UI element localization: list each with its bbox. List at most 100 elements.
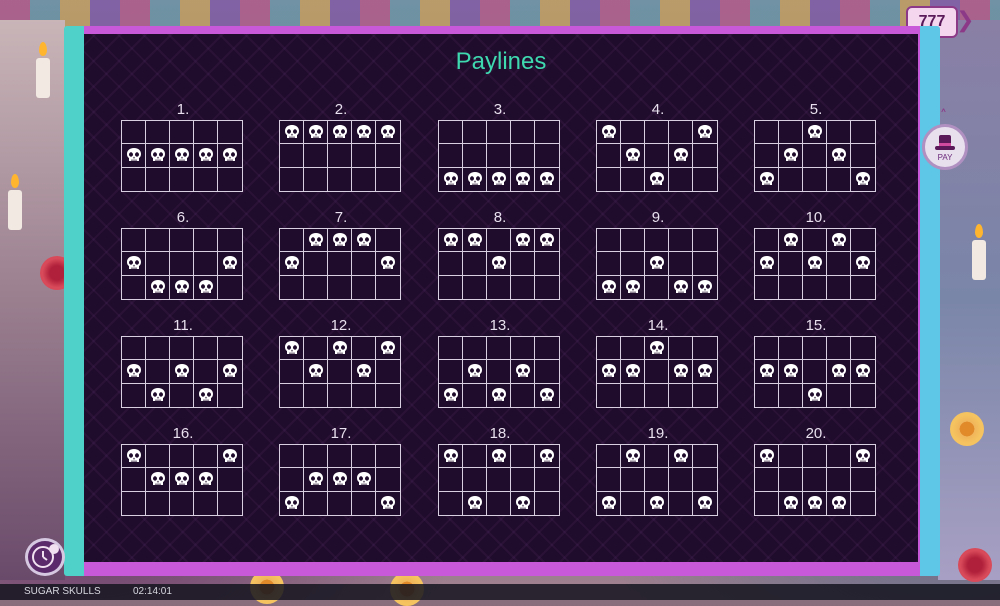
reel-cell: [122, 252, 146, 276]
reel-cell: [851, 252, 875, 276]
skull-icon: [538, 387, 556, 403]
reel-cell: [803, 445, 827, 469]
reel-cell: [304, 121, 328, 145]
skull-icon: [355, 124, 373, 140]
payline-number: 20.: [805, 425, 827, 442]
reel-cell: [621, 144, 645, 168]
payline-2: 2.: [279, 100, 403, 192]
chevron-right-icon[interactable]: ❯: [956, 8, 974, 34]
reel-cell: [755, 275, 779, 299]
reel-cell: [218, 445, 242, 469]
reel-cell: [170, 121, 194, 145]
candle-flame-icon: [39, 42, 47, 56]
skull-icon: [149, 471, 167, 487]
reel-cell: [827, 360, 851, 384]
payline-4: 4.: [596, 100, 720, 192]
reel-cell: [827, 491, 851, 515]
reel-cell: [463, 167, 487, 191]
reel-cell: [851, 121, 875, 145]
payline-grid: [754, 120, 876, 192]
reel-cell: [827, 167, 851, 191]
reel-cell: [439, 468, 463, 492]
payline-grid: [121, 228, 243, 300]
reel-cell: [194, 252, 218, 276]
reel-cell: [755, 144, 779, 168]
reel-cell: [194, 360, 218, 384]
reel-cell: [621, 167, 645, 191]
reel-cell: [463, 360, 487, 384]
reel-cell: [439, 383, 463, 407]
reel-cell: [535, 384, 559, 407]
history-clock-button[interactable]: [25, 538, 65, 576]
reel-cell: [597, 229, 621, 253]
reel-cell: [487, 275, 511, 299]
reel-cell: [170, 167, 194, 191]
reel-cell: [803, 167, 827, 191]
skull-icon: [600, 495, 618, 511]
payline-grid: [438, 444, 560, 516]
reel-cell: [803, 337, 827, 361]
skull-icon: [283, 495, 301, 511]
reel-cell: [280, 383, 304, 407]
skull-icon: [782, 495, 800, 511]
reel-cell: [851, 276, 875, 299]
reel-cell: [352, 144, 376, 168]
skull-icon: [173, 471, 191, 487]
skull-icon: [197, 147, 215, 163]
payline-17: 17.: [279, 424, 403, 516]
reel-cell: [827, 383, 851, 407]
payline-8: 8.: [438, 208, 562, 300]
reel-cell: [170, 337, 194, 361]
payline-number: 15.: [805, 317, 827, 334]
reel-cell: [511, 383, 535, 407]
reel-cell: [439, 229, 463, 253]
reel-cell: [851, 337, 875, 361]
skull-icon: [490, 171, 508, 187]
reel-cell: [376, 492, 400, 515]
reel-cell: [645, 360, 669, 384]
reel-cell: [669, 491, 693, 515]
reel-cell: [328, 121, 352, 145]
reel-cell: [693, 492, 717, 515]
payline-number: 17.: [330, 425, 352, 442]
candle-flame-icon: [11, 174, 19, 188]
reel-cell: [755, 121, 779, 145]
payline-grid: [438, 336, 560, 408]
payline-7: 7.: [279, 208, 403, 300]
reel-cell: [280, 360, 304, 384]
payline-number: 5.: [809, 101, 823, 118]
reel-cell: [803, 383, 827, 407]
reel-cell: [779, 468, 803, 492]
reel-cell: [851, 384, 875, 407]
payline-number: 13.: [489, 317, 511, 334]
reel-cell: [487, 121, 511, 145]
reel-cell: [146, 383, 170, 407]
reel-cell: [669, 383, 693, 407]
reel-cell: [328, 144, 352, 168]
reel-cell: [511, 229, 535, 253]
reel-cell: [304, 445, 328, 469]
reel-cell: [304, 383, 328, 407]
skull-icon: [490, 255, 508, 271]
payline-16: 16.: [121, 424, 245, 516]
chevron-up-icon[interactable]: ˄: [940, 108, 947, 124]
reel-cell: [693, 144, 717, 168]
reel-cell: [352, 337, 376, 361]
skull-icon: [442, 448, 460, 464]
reel-cell: [535, 445, 559, 469]
reel-cell: [352, 252, 376, 276]
skull-icon: [307, 232, 325, 248]
reel-cell: [779, 275, 803, 299]
skull-icon: [125, 255, 143, 271]
payline-number: 2.: [334, 101, 348, 118]
reel-cell: [352, 229, 376, 253]
reel-cell: [280, 468, 304, 492]
skull-icon: [466, 171, 484, 187]
reel-cell: [535, 252, 559, 276]
skull-icon: [331, 232, 349, 248]
reel-cell: [439, 491, 463, 515]
payline-number: 9.: [651, 209, 665, 226]
skull-icon: [442, 387, 460, 403]
paytable-button[interactable]: PAY: [922, 124, 968, 170]
reel-cell: [376, 121, 400, 145]
